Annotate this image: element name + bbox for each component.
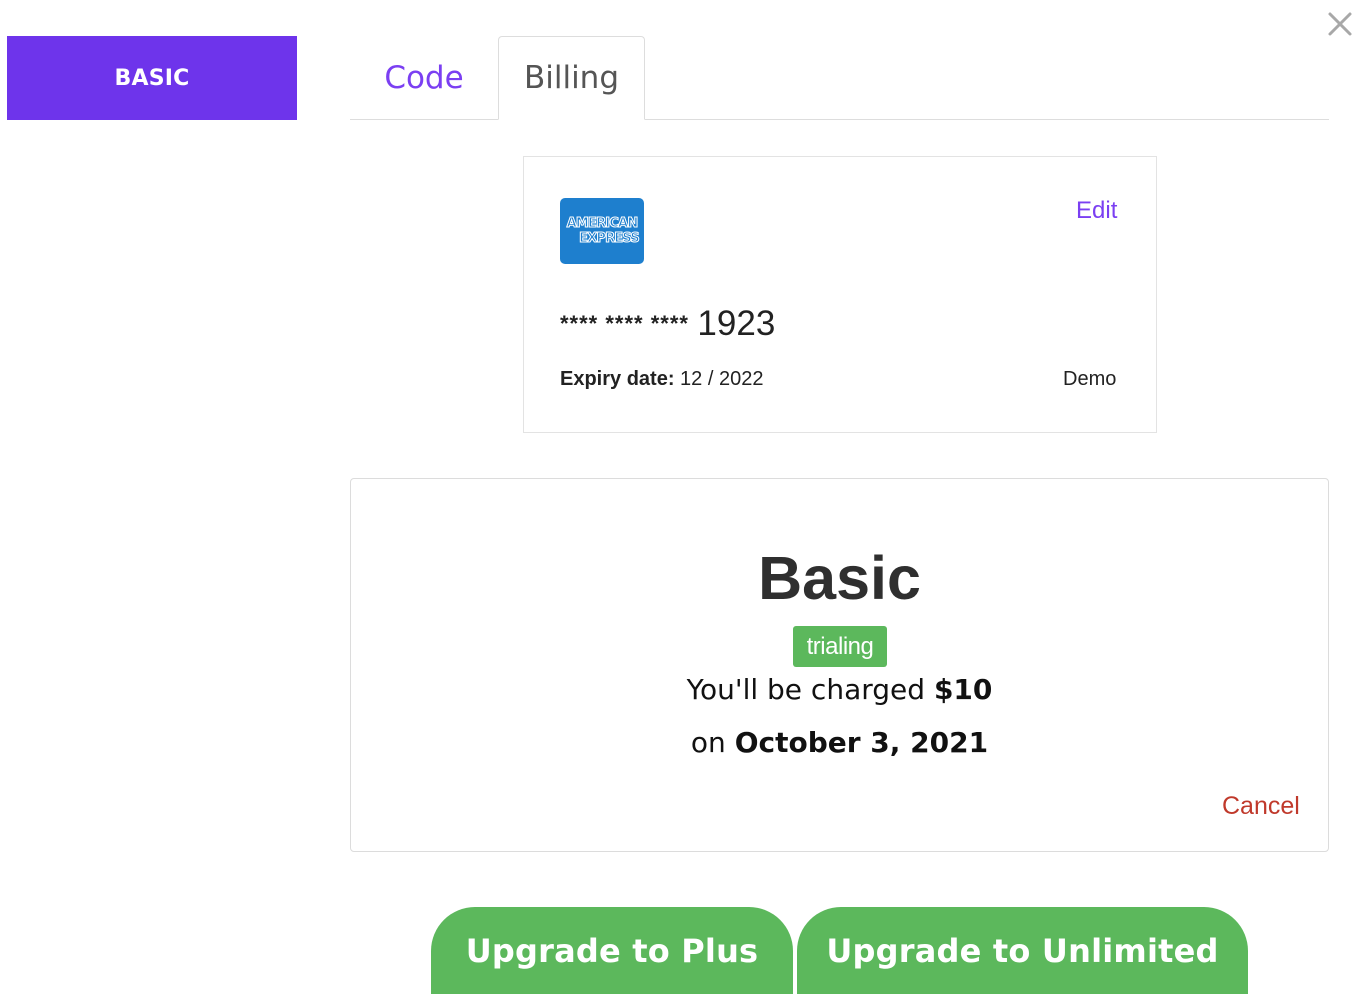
- card-number-mask: **** **** ****: [560, 311, 689, 336]
- charge-prefix: You'll be charged: [686, 673, 926, 706]
- tab-bar: Code Billing: [350, 36, 1329, 120]
- current-plan-badge: BASIC: [7, 36, 297, 120]
- charge-amount-line: You'll be charged $10: [351, 673, 1328, 706]
- payment-card-panel: AMERICAN EXPRESS Edit **** **** **** 192…: [523, 156, 1157, 433]
- tab-billing[interactable]: Billing: [498, 36, 645, 120]
- date-prefix: on: [690, 726, 726, 759]
- edit-card-link[interactable]: Edit: [1076, 197, 1117, 225]
- close-icon: [1328, 12, 1352, 36]
- charge-date: October 3, 2021: [734, 726, 989, 759]
- amex-logo-icon: AMERICAN EXPRESS: [560, 198, 644, 264]
- status-badge: trialing: [793, 626, 887, 667]
- charge-date-line: on October 3, 2021: [351, 726, 1328, 759]
- card-holder-name: Demo: [1063, 368, 1117, 390]
- plan-title: Basic: [758, 544, 921, 612]
- upgrade-to-unlimited-button[interactable]: Upgrade to Unlimited: [797, 907, 1248, 994]
- tab-code[interactable]: Code: [350, 36, 498, 120]
- expiry-value: 12 / 2022: [680, 368, 764, 390]
- amex-logo-text-line1: AMERICAN: [566, 216, 639, 232]
- upgrade-to-plus-button[interactable]: Upgrade to Plus: [431, 907, 793, 994]
- card-number: **** **** **** 1923: [560, 304, 775, 344]
- billing-modal: BASIC Code Billing AMERICAN EXPRESS Edit…: [0, 0, 1367, 994]
- card-expiry: Expiry date: 12 / 2022: [560, 368, 763, 391]
- subscription-panel: Basic trialing You'll be charged $10 on …: [350, 478, 1329, 852]
- cancel-subscription-link[interactable]: Cancel: [1222, 792, 1300, 821]
- amex-logo-text-line2: EXPRESS: [579, 231, 641, 247]
- expiry-label: Expiry date:: [560, 368, 675, 390]
- charge-amount: $10: [933, 673, 993, 706]
- card-last-four: 1923: [697, 304, 776, 343]
